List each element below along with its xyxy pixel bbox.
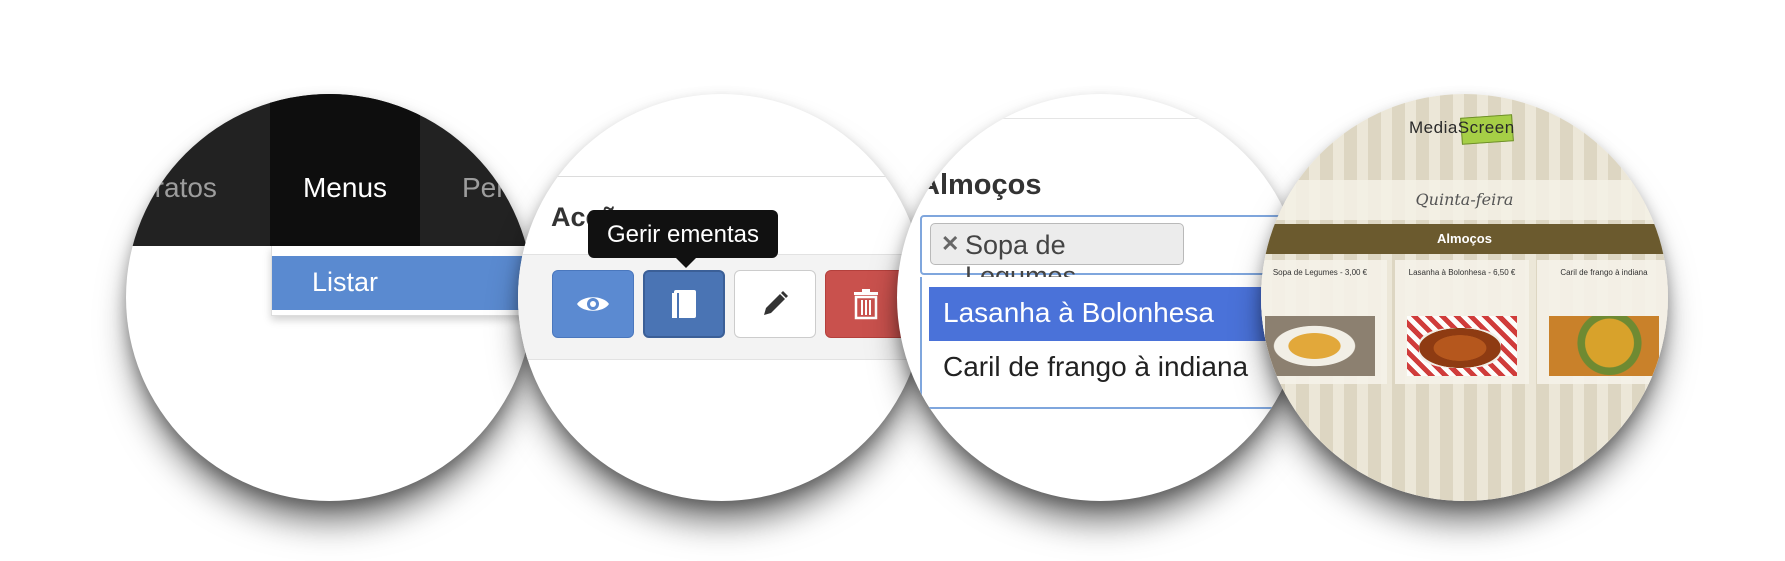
eye-icon: [577, 297, 609, 311]
dish-label: Sopa de Legumes - 3,00 €: [1272, 268, 1368, 277]
tooltip-text: Gerir ementas: [606, 221, 760, 248]
screen-circle: MediaScreen Quinta-feira Almoços Sopa de…: [1261, 94, 1668, 501]
delete-button[interactable]: [825, 270, 907, 338]
menu-screen: MediaScreen Quinta-feira Almoços Sopa de…: [1261, 94, 1668, 501]
pencil-icon: [764, 291, 788, 315]
actions-circle: Acções: [518, 94, 925, 501]
navbar: Pratos Menus Pen: [126, 94, 533, 246]
nav-item-menus[interactable]: Menus: [270, 94, 420, 246]
logo-text: MediaScreen: [1409, 118, 1515, 137]
option-lasanha[interactable]: Lasanha à Bolonhesa: [929, 287, 1304, 341]
trash-icon: [854, 289, 878, 320]
mediascreen-logo: MediaScreen: [1409, 114, 1521, 145]
dropdown-item-listar[interactable]: Listar: [272, 256, 533, 310]
dish-card: Sopa de Legumes - 3,00 €: [1261, 260, 1387, 384]
navbar-circle: Pratos Menus Pen Listar: [126, 94, 533, 501]
option-caril[interactable]: Caril de frango à indiana: [929, 341, 1304, 395]
menus-dropdown: Listar: [271, 246, 533, 316]
dish-photo-lasagna: [1407, 316, 1517, 376]
view-button[interactable]: [552, 270, 634, 338]
nav-item-menus-label: Menus: [302, 172, 388, 203]
dish-photo-curry: [1549, 316, 1659, 376]
section-label: Almoços: [1437, 231, 1492, 246]
select-circle: Almoços ✕ Sopa de Legumes Lasanha à Bolo…: [897, 94, 1304, 501]
edit-button[interactable]: [734, 270, 816, 338]
nav-item-pratos[interactable]: Pratos: [136, 172, 217, 204]
book-icon: [672, 290, 696, 318]
select-label: Almoços: [919, 169, 1042, 201]
option-label: Caril de frango à indiana: [943, 351, 1249, 382]
dish-photo-soup: [1265, 316, 1375, 376]
section-band: Almoços: [1261, 224, 1668, 254]
tooltip: Gerir ementas: [588, 210, 778, 258]
option-label: Lasanha à Bolonhesa: [943, 297, 1214, 328]
manage-menus-button[interactable]: [643, 270, 725, 338]
dropdown-item-label: Listar: [312, 267, 379, 297]
remove-chip-icon[interactable]: ✕: [941, 231, 959, 257]
selected-chip: ✕ Sopa de Legumes: [930, 223, 1184, 291]
dish-label: Caril de frango à indiana: [1560, 268, 1648, 277]
day-band: Quinta-feira: [1261, 180, 1668, 220]
nav-item-pen[interactable]: Pen: [462, 172, 512, 204]
tooltip-arrow: [676, 258, 696, 268]
dish-card: Lasanha à Bolonhesa - 6,50 €: [1395, 260, 1529, 384]
dish-label: Lasanha à Bolonhesa - 6,50 €: [1408, 268, 1516, 277]
day-label: Quinta-feira: [1415, 190, 1514, 209]
dish-card: Caril de frango à indiana: [1537, 260, 1668, 384]
